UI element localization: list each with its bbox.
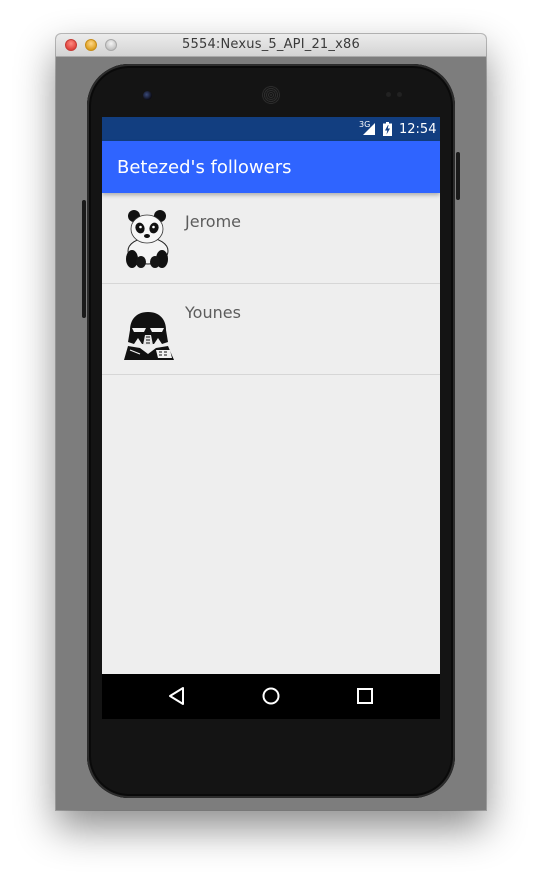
back-icon[interactable] [165, 684, 189, 708]
page-title: Betezed's followers [117, 157, 292, 178]
device-screen: 3G 12:54 Betezed's followers Jerome Youn… [102, 117, 440, 719]
darth-vader-avatar [124, 312, 174, 360]
window-titlebar[interactable]: 5554:Nexus_5_API_21_x86 [56, 34, 486, 57]
list-item[interactable]: Jerome [102, 193, 440, 284]
sensor-icon [386, 92, 391, 97]
follower-name: Jerome [185, 212, 242, 231]
cell-signal-icon [363, 123, 375, 135]
home-icon[interactable] [259, 684, 283, 708]
speaker-grille-icon [262, 86, 280, 104]
list-item[interactable]: Younes [102, 284, 440, 375]
power-button[interactable] [456, 152, 460, 200]
battery-charging-icon [383, 122, 392, 136]
status-clock: 12:54 [399, 122, 437, 137]
panda-avatar [126, 210, 169, 268]
navigation-bar [102, 674, 440, 719]
app-bar: Betezed's followers [102, 141, 440, 193]
sensor-icon [397, 92, 402, 97]
recents-icon[interactable] [353, 684, 377, 708]
follower-name: Younes [185, 303, 241, 322]
volume-button[interactable] [82, 200, 86, 318]
window-title: 5554:Nexus_5_API_21_x86 [182, 37, 360, 52]
front-camera-icon [143, 91, 152, 100]
status-bar: 3G 12:54 [102, 117, 440, 141]
followers-list: Jerome Younes [102, 193, 440, 375]
